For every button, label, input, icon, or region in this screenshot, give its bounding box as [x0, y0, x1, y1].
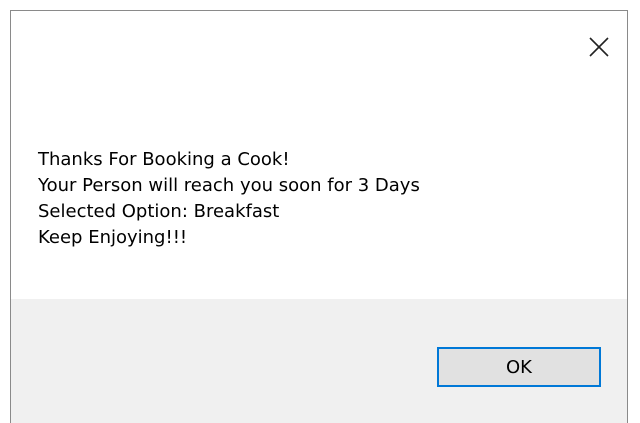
- close-button[interactable]: [585, 33, 613, 61]
- dialog-message: Thanks For Booking a Cook! Your Person w…: [38, 147, 607, 251]
- message-line: Selected Option: Breakfast: [38, 201, 280, 222]
- message-line: Your Person will reach you soon for 3 Da…: [38, 175, 420, 196]
- message-line: Keep Enjoying!!!: [38, 227, 188, 248]
- ok-button[interactable]: OK: [437, 347, 601, 387]
- message-dialog: Thanks For Booking a Cook! Your Person w…: [10, 10, 628, 423]
- dialog-footer: OK: [11, 299, 627, 423]
- message-line: Thanks For Booking a Cook!: [38, 149, 290, 170]
- close-icon: [589, 37, 609, 57]
